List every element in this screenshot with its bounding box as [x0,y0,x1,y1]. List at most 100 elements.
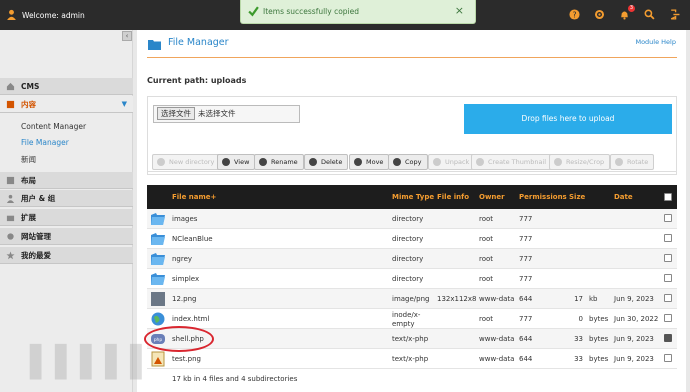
file-table: File name+ Mime Type File info Owner Per… [147,185,677,388]
owner: www-data [479,295,515,303]
check-icon [248,6,259,17]
column-header-info: File info [437,193,470,201]
row-checkbox[interactable] [664,294,672,302]
table-row[interactable]: simplex directory root 777 [147,269,677,289]
permissions: 644 [519,295,533,303]
delete-button[interactable]: Delete [304,154,349,170]
sidebar-item-content[interactable]: 内容 ▼ [0,96,133,113]
sidebar-item-users-groups[interactable]: 用户 & 组 [0,190,133,207]
mime-type: directory [392,215,424,223]
folder-icon [150,271,166,287]
collapse-sidebar-button[interactable]: ‹ [122,31,132,41]
sidebar-item-extensions[interactable]: 扩展 [0,209,133,226]
close-icon[interactable]: × [455,4,464,17]
unpack-icon [433,158,441,166]
view-button[interactable]: View [217,154,256,170]
resize-crop-button[interactable]: Resize/Crop [549,154,611,170]
row-checkbox[interactable] [664,334,672,342]
sidebar-item-favorites[interactable]: 我的最爱 [0,247,133,264]
sidebar-subitem-news[interactable]: 新闻 [21,154,36,165]
sidebar-subitem-file-manager[interactable]: File Manager [21,138,69,147]
file-input[interactable]: 选择文件 未选择文件 [153,105,300,123]
row-checkbox[interactable] [664,214,672,222]
resize-icon [554,158,562,166]
extensions-icon [6,215,15,222]
toast-message: Items successfully copied [263,7,360,16]
rotate-button[interactable]: Rotate [610,154,655,170]
row-checkbox[interactable] [664,354,672,362]
size-value: 33 [574,335,583,343]
success-toast: Items successfully copied × [240,0,476,24]
rename-icon [259,158,267,166]
sidebar-item-label: 我的最爱 [21,251,51,260]
move-button[interactable]: Move [349,154,390,170]
home-icon [6,82,15,91]
owner: root [479,215,494,223]
watermark: ▌▌▌▌▌ [30,345,156,380]
row-checkbox[interactable] [664,254,672,262]
row-checkbox[interactable] [664,314,672,322]
file-name-link[interactable]: index.html [172,315,209,323]
bell-icon[interactable]: 3 [618,5,635,20]
gear-icon[interactable] [593,8,605,20]
search-icon[interactable] [643,8,655,20]
table-row[interactable]: php shell.php text/x-php www-data 644 33 bytes… [147,329,677,349]
module-help-link[interactable]: Module Help [635,38,676,46]
button-label: Copy [405,158,422,166]
image-thumb-icon [150,291,166,307]
file-name-link[interactable]: simplex [172,275,199,283]
create-thumbnail-button[interactable]: Create Thumbnail [471,154,553,170]
button-label: Resize/Crop [566,158,605,166]
unpack-button[interactable]: Unpack [428,154,476,170]
select-all-checkbox[interactable] [664,193,672,201]
sidebar-item-site-admin[interactable]: 网站管理 [0,228,133,245]
layout-icon [6,176,15,185]
button-label: View [234,158,250,166]
column-header-mime: Mime Type [392,193,435,201]
folder-icon [150,231,166,247]
dropzone[interactable]: Drop files here to upload [464,104,672,134]
table-row[interactable]: ngrey directory root 777 [147,249,677,269]
row-checkbox[interactable] [664,274,672,282]
column-header-name[interactable]: File name+ [172,193,216,201]
mime-type: text/x-php [392,335,429,343]
summary-text: 17 kb in 4 files and 4 subdirectories [172,375,298,383]
copy-button[interactable]: Copy [388,154,428,170]
table-row[interactable]: 12.png image/png 132x112x8 www-data 644 17 kb J… [147,289,677,309]
file-name-link[interactable]: NCleanBlue [172,235,213,243]
owner: root [479,315,494,323]
button-label: Delete [321,158,343,166]
sidebar-item-cms[interactable]: CMS [0,78,133,95]
size-value: 17 [574,295,583,303]
help-icon[interactable]: ? [568,8,580,20]
folder-icon [150,211,166,227]
button-label: Rotate [627,158,649,166]
choose-file-button[interactable]: 选择文件 [157,107,195,120]
sidebar-subitem-content-manager[interactable]: Content Manager [21,122,86,131]
file-name-link[interactable]: images [172,215,197,223]
delete-icon [309,158,317,166]
sidebar-item-layout[interactable]: 布局 [0,172,133,189]
table-row[interactable]: images directory root 777 [147,209,677,229]
file-name-link[interactable]: 12.png [172,295,196,303]
rotate-icon [615,158,623,166]
table-row[interactable]: test.png text/x-php www-data 644 33 bytes Jun … [147,349,677,369]
settings-icon [7,233,14,240]
column-header-date: Date [614,193,633,201]
mime-type: text/x-php [392,355,429,363]
file-name-link[interactable]: test.png [172,355,201,363]
rename-button[interactable]: Rename [254,154,304,170]
file-name-link[interactable]: ngrey [172,255,192,263]
permissions: 644 [519,335,533,343]
user-icon [7,9,16,20]
row-checkbox[interactable] [664,234,672,242]
new-directory-button[interactable]: New directory [152,154,221,170]
table-footer: 17 kb in 4 files and 4 subdirectories [147,369,677,388]
mime-type: inode/x-empty [392,311,421,328]
mime-type: directory [392,255,424,263]
users-icon [6,194,15,203]
table-row[interactable]: index.html inode/x-empty root 777 0 bytes Jun … [147,309,677,329]
table-row[interactable]: NCleanBlue directory root 777 [147,229,677,249]
logout-icon[interactable] [668,8,680,20]
svg-text:?: ? [572,10,576,19]
